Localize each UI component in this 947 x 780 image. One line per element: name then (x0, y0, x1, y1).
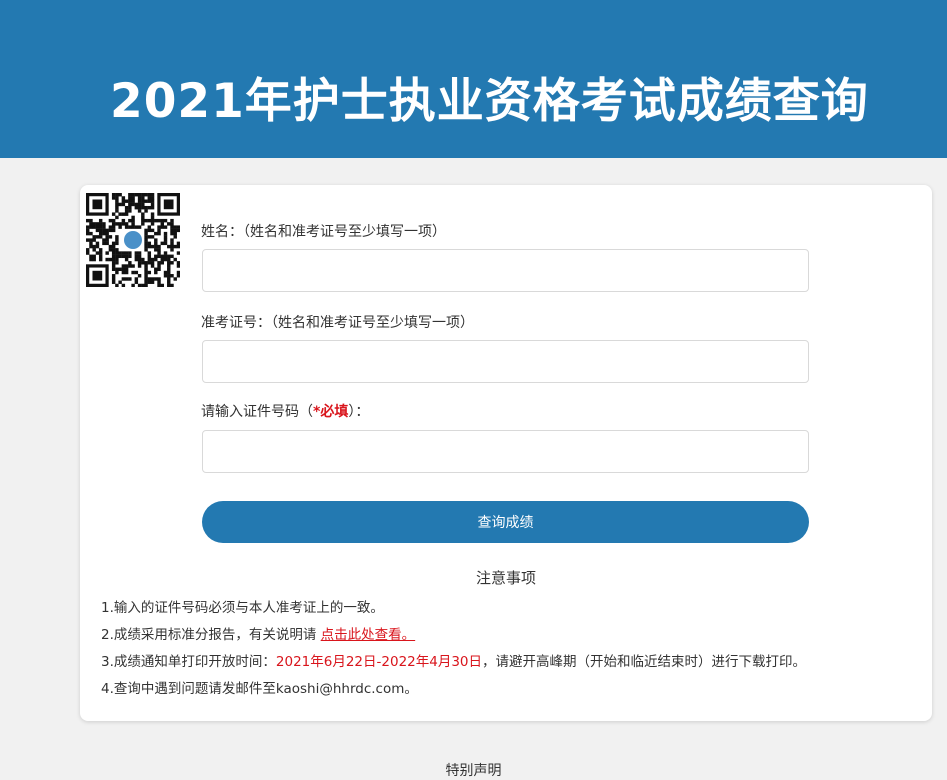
note-item-4: 4.查询中遇到问题请发邮件至kaoshi@hhrdc.com。 (101, 681, 418, 697)
score-explanation-link[interactable]: 点击此处查看。 (321, 627, 416, 643)
note-item-3-suffix: ，请避开高峰期（开始和临近结束时）进行下载打印。 (482, 654, 807, 670)
id-label-suffix: ）： (348, 404, 370, 420)
id-number-label: 请输入证件号码（*必填）： (201, 401, 369, 421)
note-item-1: 1.输入的证件号码必须与本人准考证上的一致。 (101, 600, 384, 616)
query-card: 姓名：（姓名和准考证号至少填写一项） 准考证号：（姓名和准考证号至少填写一项） … (80, 185, 932, 721)
special-statement-title: 特别声明 (445, 763, 502, 779)
query-score-button[interactable]: 查询成绩 (202, 501, 809, 543)
required-mark: *必填 (313, 404, 349, 420)
id-label-prefix: 请输入证件号码（ (201, 404, 313, 420)
page-title: 2021年护士执业资格考试成绩查询 (110, 74, 869, 129)
ticket-number-input[interactable] (202, 340, 809, 383)
page-header: 2021年护士执业资格考试成绩查询 (0, 0, 947, 158)
name-input[interactable] (202, 249, 809, 292)
note-item-3-prefix: 3.成绩通知单打印开放时间： (101, 654, 276, 670)
name-label: 姓名：（姓名和准考证号至少填写一项） (201, 224, 446, 240)
note-item-3: 3.成绩通知单打印开放时间：2021年6月22日-2022年4月30日，请避开高… (101, 650, 806, 670)
id-number-input[interactable] (202, 430, 809, 473)
ticket-label: 准考证号：（姓名和准考证号至少填写一项） (201, 315, 474, 331)
notes-title: 注意事项 (475, 569, 536, 587)
note-item-2: 2.成绩采用标准分报告，有关说明请 点击此处查看。 (101, 623, 415, 643)
note-item-2-text: 2.成绩采用标准分报告，有关说明请 (101, 627, 321, 643)
print-date-range: 2021年6月22日-2022年4月30日 (275, 654, 483, 670)
qr-code-icon (86, 193, 180, 287)
